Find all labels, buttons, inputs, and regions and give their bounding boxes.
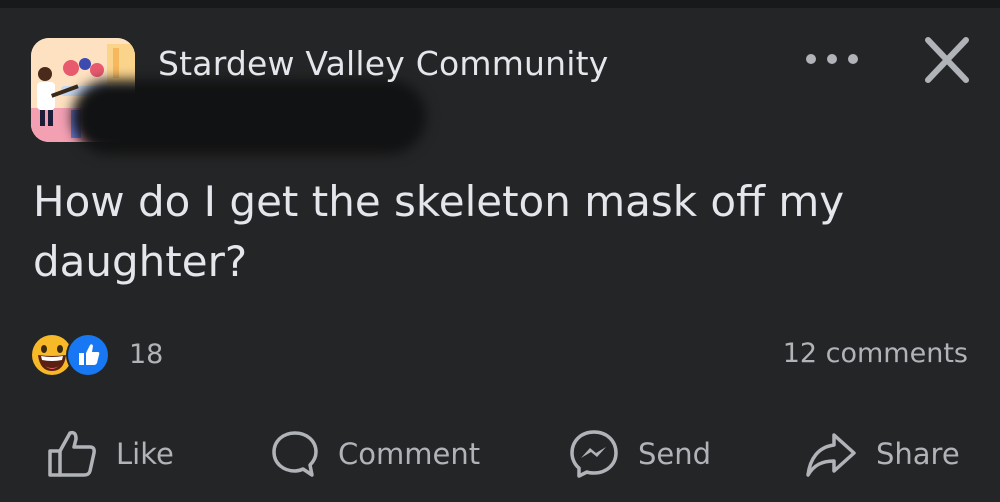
redacted-author (72, 80, 426, 154)
comment-icon (272, 431, 318, 477)
like-button[interactable]: Like (46, 426, 174, 482)
like-reaction-icon (66, 333, 110, 377)
share-label: Share (876, 437, 960, 471)
like-icon (48, 430, 96, 477)
top-edge (0, 0, 1000, 8)
comments-count[interactable]: 12 comments (783, 338, 968, 370)
more-icon-dot (827, 54, 837, 64)
more-icon-dot (806, 54, 816, 64)
share-icon (806, 433, 856, 477)
messenger-icon (570, 430, 618, 478)
comment-button[interactable]: Comment (270, 426, 480, 482)
comment-label: Comment (338, 437, 481, 471)
send-label: Send (638, 437, 712, 471)
close-button[interactable] (920, 36, 974, 84)
like-label: Like (116, 437, 174, 471)
post-text: How do I get the skeleton mask off my da… (33, 177, 845, 286)
reaction-summary[interactable]: 18 (30, 333, 230, 377)
close-icon (925, 37, 969, 83)
reaction-count: 18 (129, 339, 164, 370)
group-name[interactable]: Stardew Valley Community (158, 44, 609, 84)
more-icon-dot (848, 54, 858, 64)
send-button[interactable]: Send (568, 426, 711, 482)
more-options-button[interactable] (806, 44, 858, 74)
share-button[interactable]: Share (804, 426, 960, 482)
